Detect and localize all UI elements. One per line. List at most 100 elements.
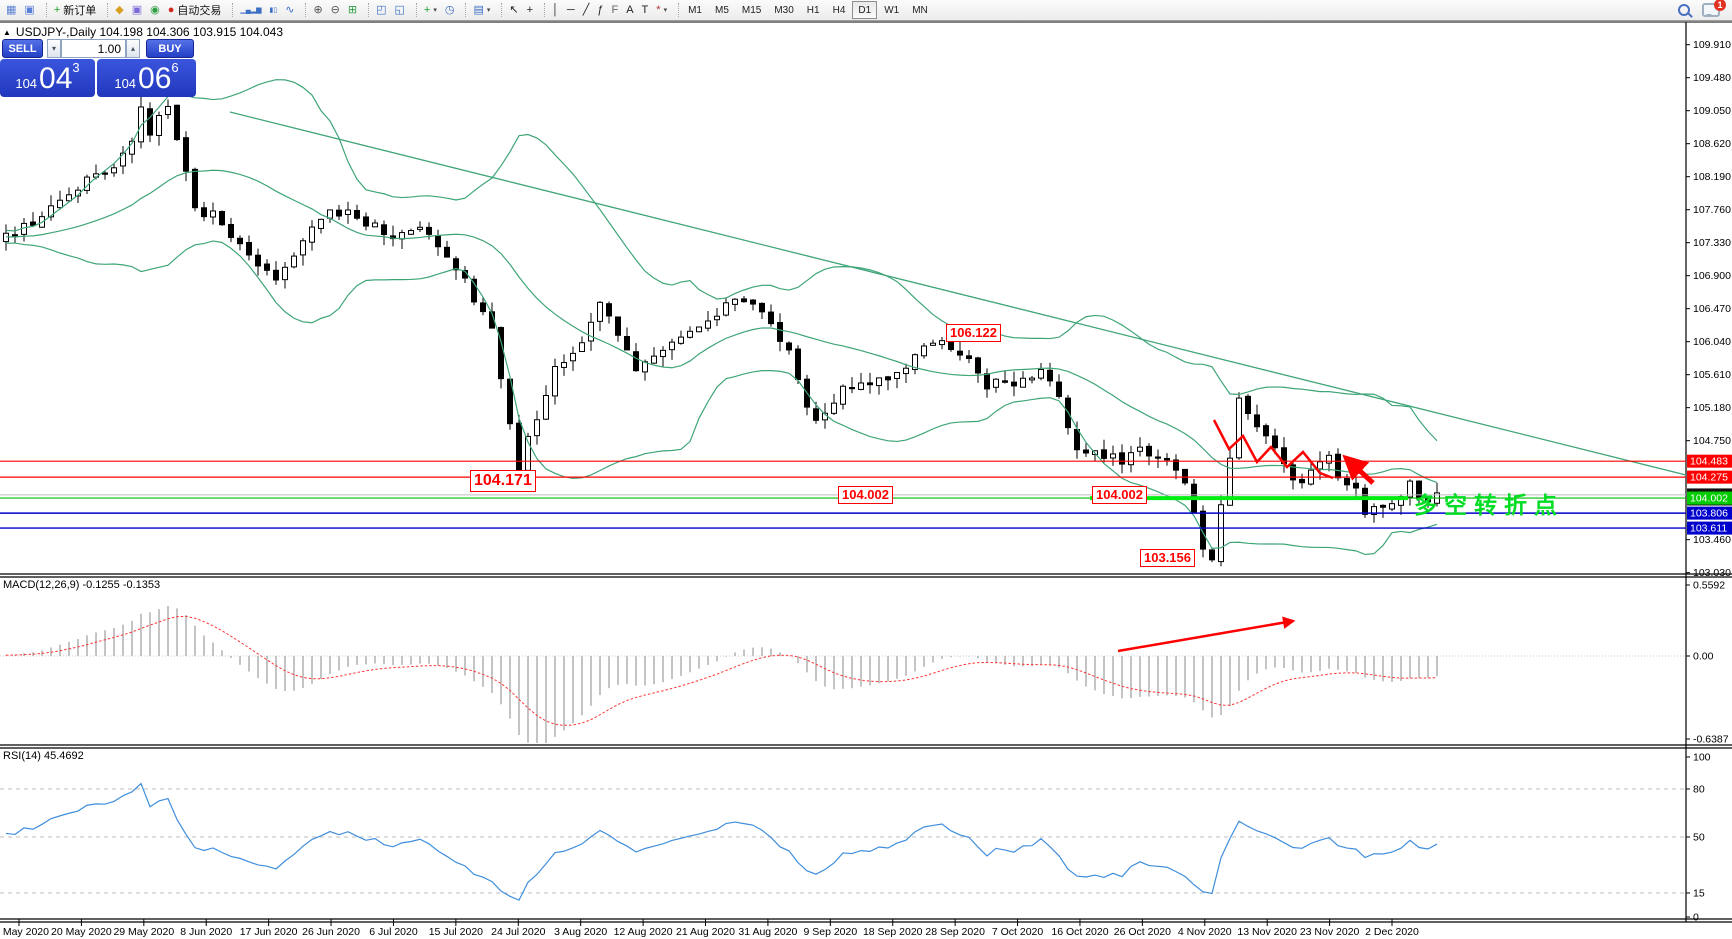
macd-label: MACD(12,26,9) -0.1255 -0.1353	[3, 579, 160, 591]
toolbar-separator	[412, 3, 417, 17]
line-chart-icon: ∿	[285, 5, 294, 16]
arrows-icon-dropdown[interactable]: ▾	[664, 6, 668, 14]
buy-button[interactable]: BUY	[146, 39, 194, 58]
vertical-line-icon: │	[552, 5, 559, 16]
svg-text:0.5592: 0.5592	[1693, 580, 1725, 592]
svg-text:8 Jun 2020: 8 Jun 2020	[180, 926, 232, 938]
autotrading-button: ●	[168, 5, 175, 16]
fibonacci-icon[interactable]: ƒ	[593, 1, 607, 20]
svg-text:28 Sep 2020: 28 Sep 2020	[925, 926, 985, 938]
svg-text:12 Aug 2020: 12 Aug 2020	[614, 926, 673, 938]
bollinger-bands	[6, 80, 1437, 555]
symbol-marker-icon: ▲	[3, 28, 11, 37]
publish-icon[interactable]: ▣	[128, 1, 146, 20]
cascade-windows-icon: ◱	[395, 5, 405, 16]
svg-text:107.760: 107.760	[1693, 204, 1731, 216]
symbol-ohlc-line: ▲ USDJPY-,Daily 104.198 104.306 103.915 …	[3, 25, 283, 39]
timeframe-d1[interactable]: D1	[852, 1, 877, 19]
svg-text:50: 50	[1693, 832, 1705, 844]
volume-up-button[interactable]: ▴	[126, 39, 140, 58]
chat-icon[interactable]: 1	[1702, 3, 1720, 17]
chart-canvas[interactable]: 109.910109.480109.050108.620108.190107.7…	[0, 21, 1732, 939]
new-chart-icon[interactable]: ▦	[2, 1, 20, 20]
timeframe-m15[interactable]: M15	[736, 1, 767, 19]
new-order-button[interactable]: +新订单	[50, 1, 100, 20]
toolbar-right: 1	[1678, 3, 1730, 17]
svg-text:0.00: 0.00	[1693, 651, 1714, 663]
vertical-line-icon[interactable]: │	[548, 1, 563, 20]
timeframe-h1[interactable]: H1	[801, 1, 826, 19]
styles-icon[interactable]: ◆	[111, 1, 127, 20]
zoom-out-icon[interactable]: ⊖	[327, 1, 344, 20]
svg-text:105.180: 105.180	[1693, 402, 1731, 414]
bar-chart-icon: ▁▄▂▆	[240, 5, 261, 16]
candlesticks	[4, 97, 1440, 566]
period-clock-icon[interactable]: ◷	[441, 1, 459, 20]
chart-template-icon-dropdown[interactable]: ▾	[487, 6, 491, 14]
trendline-icon[interactable]: ╱	[579, 1, 594, 20]
fibonacci-fan-icon[interactable]: F	[607, 1, 622, 20]
svg-text:103.460: 103.460	[1693, 534, 1731, 546]
price-label-box[interactable]: 104.002	[838, 486, 893, 504]
arrows-icon[interactable]: *▾	[652, 1, 671, 20]
timeframe-m5[interactable]: M5	[709, 1, 735, 19]
broadcast-icon[interactable]: ◉	[146, 1, 164, 20]
timeframe-m1[interactable]: M1	[682, 1, 708, 19]
svg-text:9 Sep 2020: 9 Sep 2020	[803, 926, 857, 938]
sell-button[interactable]: SELL	[2, 39, 43, 58]
volume-down-button[interactable]: ▾	[47, 39, 61, 58]
price-label-box[interactable]: 103.156	[1140, 549, 1195, 567]
toolbar-items: ▦▣+新订单◆▣◉●自动交易▁▄▂▆▮▯∿⊕⊖⊞◰◱+▾◷▤▾↖+│─╱ƒFAT…	[2, 1, 682, 20]
new-chart-icon: ▦	[6, 5, 16, 16]
svg-text:3 Aug 2020: 3 Aug 2020	[554, 926, 607, 938]
cursor-icon[interactable]: ↖	[505, 1, 522, 20]
svg-text:7 Oct 2020: 7 Oct 2020	[992, 926, 1044, 938]
buy-price-prefix: 104	[114, 74, 136, 94]
add-indicator-icon[interactable]: +▾	[420, 1, 441, 20]
autotrading-button[interactable]: ●自动交易	[164, 1, 226, 20]
timeframe-mn[interactable]: MN	[906, 1, 934, 19]
timeframe-w1[interactable]: W1	[878, 1, 905, 19]
add-indicator-icon-dropdown[interactable]: ▾	[433, 6, 437, 14]
candlestick-chart-icon[interactable]: ▮▯	[266, 1, 282, 20]
timeframe-h4[interactable]: H4	[827, 1, 852, 19]
rsi-line	[6, 784, 1437, 901]
sell-price-box[interactable]: 104 04 3	[0, 59, 95, 97]
price-label-box[interactable]: 106.122	[946, 324, 1001, 342]
text-label-icon[interactable]: T	[638, 1, 653, 20]
svg-text:80: 80	[1693, 784, 1705, 796]
svg-text:6 Jul 2020: 6 Jul 2020	[369, 926, 418, 938]
macd-trend-arrow[interactable]	[1118, 621, 1293, 651]
svg-text:109.050: 109.050	[1693, 105, 1731, 117]
search-icon[interactable]	[1678, 4, 1690, 16]
tile-windows-icon[interactable]: ⊞	[344, 1, 361, 20]
timeframe-m30[interactable]: M30	[768, 1, 799, 19]
line-chart-icon[interactable]: ∿	[281, 1, 298, 20]
zoom-in-icon[interactable]: ⊕	[309, 1, 326, 20]
descending-trendline[interactable]	[230, 112, 1686, 475]
horizontal-line-icon[interactable]: ─	[563, 1, 579, 20]
price-label-box[interactable]: 104.002	[1092, 486, 1147, 504]
svg-text:108.620: 108.620	[1693, 138, 1731, 150]
bar-chart-icon[interactable]: ▁▄▂▆	[236, 1, 265, 20]
chart-template-icon[interactable]: ▤▾	[469, 1, 494, 20]
toolbar-separator	[674, 3, 679, 17]
cascade-windows-icon[interactable]: ◱	[391, 1, 409, 20]
svg-text:21 Aug 2020: 21 Aug 2020	[676, 926, 735, 938]
tile-windows-icon: ⊞	[348, 5, 357, 16]
svg-text:106.470: 106.470	[1693, 303, 1731, 315]
price-label-box[interactable]: 104.171	[470, 470, 536, 492]
zoom-in-icon: ⊕	[313, 5, 322, 16]
svg-text:18 Sep 2020: 18 Sep 2020	[863, 926, 923, 938]
text-icon[interactable]: A	[622, 1, 637, 20]
svg-text:107.330: 107.330	[1693, 237, 1731, 249]
volume-input[interactable]	[61, 39, 126, 58]
buy-price-sup: 6	[171, 61, 178, 74]
crosshair-icon[interactable]: +	[523, 1, 537, 20]
chart-preview-icon[interactable]: ▣	[20, 1, 38, 20]
arrange-windows-icon[interactable]: ◰	[372, 1, 390, 20]
buy-price-box[interactable]: 104 06 6	[97, 59, 196, 97]
turning-point-annotation: 多空转折点	[1414, 486, 1564, 520]
broadcast-icon: ◉	[150, 5, 160, 16]
svg-text:108.190: 108.190	[1693, 171, 1731, 183]
